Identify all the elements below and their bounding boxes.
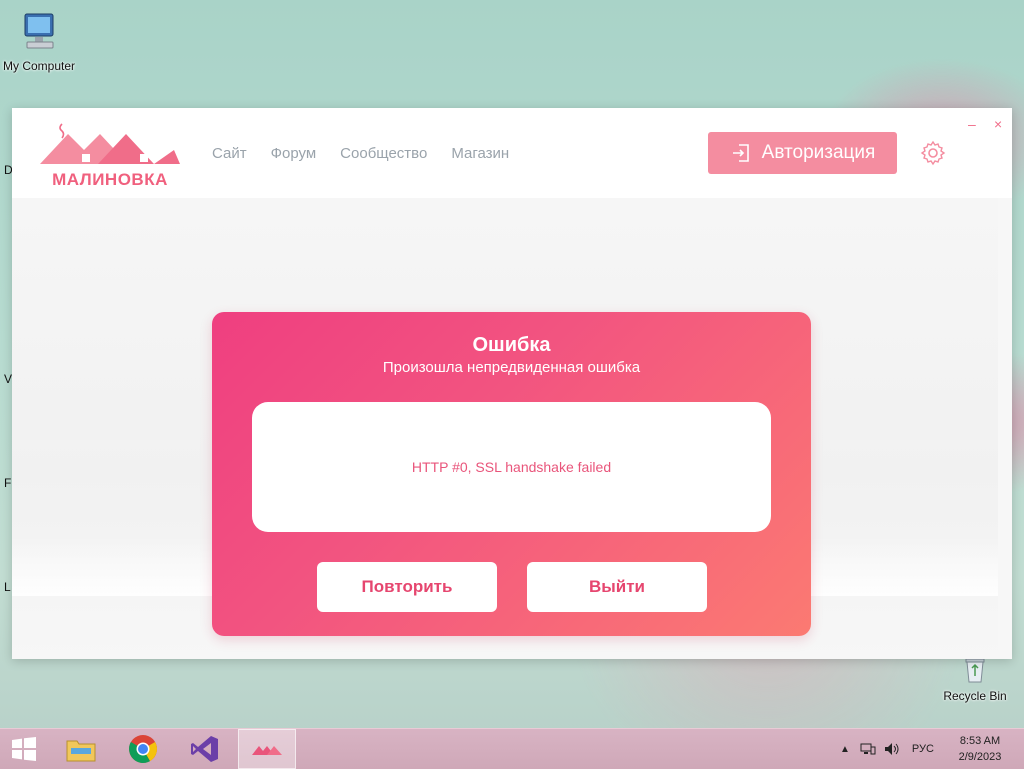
scrollbar[interactable]	[998, 198, 1012, 659]
close-button[interactable]: ×	[994, 116, 1002, 132]
clock-date: 2/9/2023	[958, 751, 1002, 763]
computer-icon	[24, 13, 54, 49]
app-header: МАЛИНОВКА Сайт Форум Сообщество Магазин …	[12, 108, 1012, 198]
error-subtitle: Произошла непредвиденная ошибка	[382, 359, 641, 376]
houses-logo-icon	[40, 123, 180, 164]
taskbar-file-explorer[interactable]	[52, 729, 110, 769]
app-body: Ошибка Произошла непредвиденная ошибка H…	[12, 198, 1012, 659]
malinovka-logo[interactable]: МАЛИНОВКА	[40, 120, 180, 190]
main-nav: Сайт Форум Сообщество Магазин	[212, 145, 509, 162]
clock-time: 8:53 AM	[959, 735, 1001, 747]
minimize-button[interactable]: –	[968, 116, 976, 132]
desktop-edge-label: F	[4, 476, 12, 490]
recycle-bin-icon	[965, 658, 985, 683]
windows-start-icon	[12, 737, 36, 761]
error-message-box: HTTP #0, SSL handshake failed	[252, 402, 771, 532]
start-button[interactable]	[0, 729, 48, 769]
launcher-window: МАЛИНОВКА Сайт Форум Сообщество Магазин …	[12, 108, 1012, 659]
auth-button[interactable]: Авторизация	[708, 132, 897, 174]
volume-icon[interactable]	[884, 742, 900, 756]
nav-shop[interactable]: Магазин	[451, 145, 509, 162]
nav-community[interactable]: Сообщество	[340, 145, 427, 162]
malinovka-icon	[252, 746, 282, 755]
desktop-edge-label: L	[4, 580, 11, 594]
login-icon	[732, 144, 749, 162]
taskbar-malinovka[interactable]	[238, 729, 296, 769]
desktop-icon-label: Recycle Bin	[943, 689, 1007, 703]
desktop-icon-my-computer[interactable]: My Computer	[0, 10, 84, 73]
exit-button[interactable]: Выйти	[527, 562, 707, 612]
auth-button-label: Авторизация	[761, 142, 876, 163]
show-hidden-icons-icon[interactable]: ▲	[840, 744, 850, 755]
taskbar-chrome[interactable]	[114, 729, 172, 769]
desktop-icon-recycle-bin[interactable]: Recycle Bin	[930, 656, 1020, 703]
logo-text: МАЛИНОВКА	[52, 170, 168, 189]
retry-button[interactable]: Повторить	[317, 562, 497, 612]
visual-studio-icon	[191, 736, 218, 762]
clock[interactable]: 8:53 AM 2/9/2023	[950, 733, 1010, 765]
error-message: HTTP #0, SSL handshake failed	[411, 459, 612, 475]
folder-icon	[66, 740, 96, 762]
language-indicator[interactable]: РУС	[912, 743, 934, 755]
desktop-edge-label: V	[4, 372, 13, 386]
settings-gear-icon[interactable]	[920, 140, 946, 166]
network-icon[interactable]	[860, 742, 876, 756]
error-dialog: Ошибка Произошла непредвиденная ошибка H…	[212, 312, 811, 636]
taskbar-visual-studio[interactable]	[176, 729, 234, 769]
chrome-icon	[129, 735, 157, 763]
desktop-icon-label: My Computer	[2, 59, 76, 73]
taskbar: ▲ РУС 8:53 AM 2/9/2023	[0, 728, 1024, 769]
nav-site[interactable]: Сайт	[212, 145, 247, 162]
error-title: Ошибка	[472, 334, 551, 356]
system-tray: ▲ РУС	[840, 729, 934, 769]
nav-forum[interactable]: Форум	[271, 145, 317, 162]
